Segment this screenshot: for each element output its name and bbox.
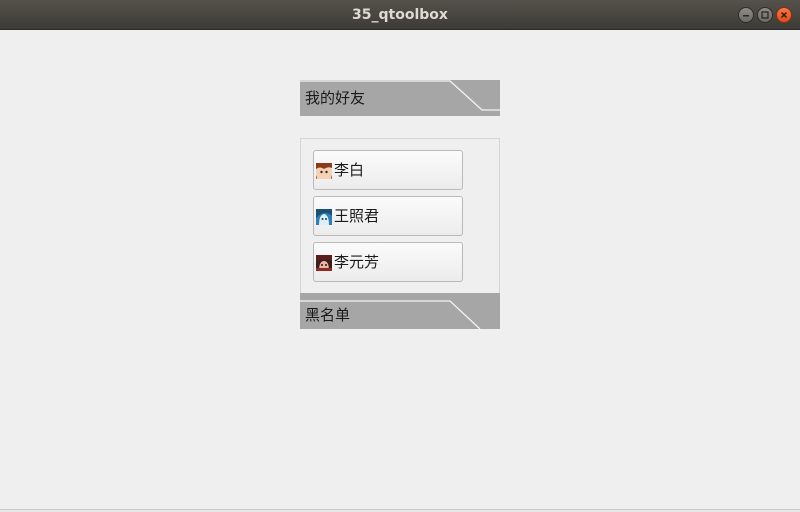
avatar-liyuanfang-icon (316, 255, 332, 271)
friend-button-liyuanfang[interactable]: 李元芳 (313, 242, 463, 282)
friend-name: 李白 (334, 161, 365, 179)
app-window: 35_qtoolbox 我的好友 李白 王照君 李元芳 黑名单 (0, 0, 800, 512)
minimize-icon (743, 15, 749, 17)
window-title: 35_qtoolbox (352, 7, 448, 23)
friends-page-panel: 李白 王照君 李元芳 (300, 138, 500, 293)
friend-button-wangzhaojun[interactable]: 王照君 (313, 196, 463, 236)
maximize-icon (761, 11, 769, 19)
close-icon (781, 12, 787, 18)
title-bar[interactable]: 35_qtoolbox (0, 0, 800, 30)
close-button[interactable] (776, 7, 792, 23)
avatar-libai-icon (316, 163, 332, 179)
friend-button-libai[interactable]: 李白 (313, 150, 463, 190)
friend-name: 李元芳 (334, 253, 380, 271)
avatar-wangzhaojun-icon (316, 209, 332, 225)
toolbox-tab-my-friends[interactable]: 我的好友 (300, 80, 500, 116)
tab-label: 黑名单 (305, 306, 351, 324)
friend-name: 王照君 (334, 207, 380, 225)
maximize-button[interactable] (757, 7, 773, 23)
minimize-button[interactable] (738, 7, 754, 23)
toolbox-tab-blacklist[interactable]: 黑名单 (300, 293, 500, 330)
tab-label: 我的好友 (305, 89, 366, 107)
